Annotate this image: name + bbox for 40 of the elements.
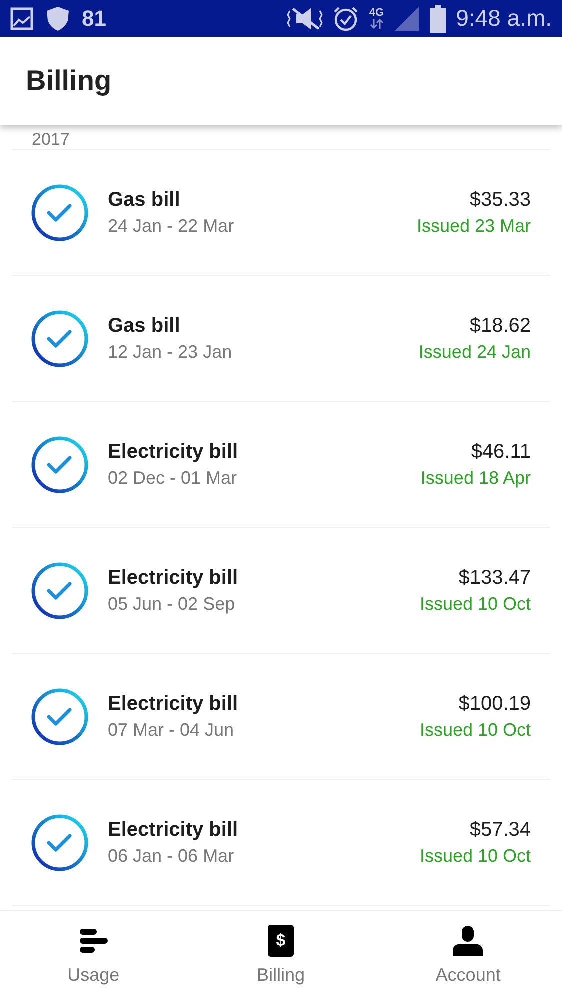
year-heading: 2017 [32,131,70,149]
alarm-icon [333,6,360,32]
bill-amount: $57.34 [470,818,531,842]
mute-vibrate-icon [287,6,324,30]
issued-date: Issued 24 Jan [418,342,531,362]
network-type: 4G [369,8,384,29]
page-title: Billing [26,65,112,97]
bill-title: Electricity bill [108,566,238,590]
bill-period: 24 Jan - 22 Mar [108,216,234,236]
issued-date: Issued 10 Oct [420,720,531,740]
bill-period: 07 Mar - 04 Jun [108,720,236,740]
issued-date: Issued 10 Oct [420,594,531,614]
bill-amount: $133.47 [458,566,531,590]
bill-icon: $ [268,924,294,956]
bill-title: Gas bill [108,188,182,212]
issued-date: Issued 23 Mar [416,216,531,236]
bill-period: 12 Jan - 23 Jan [108,342,232,362]
clock-time: 9:48 a.m. [456,5,552,32]
shield-icon [46,6,70,32]
bill-amount: $18.62 [470,314,531,338]
battery-icon [430,4,446,32]
notification-count: 81 [82,6,106,32]
person-icon [452,924,484,956]
bill-period: 06 Jan - 06 Mar [108,846,236,866]
nav-tab[interactable]: Usage [0,911,188,999]
nav-tab[interactable]: Account [374,911,562,999]
signal-icon [394,6,420,32]
bill-period: 05 Jun - 02 Sep [108,594,236,614]
issued-date: Issued 18 Apr [420,468,531,488]
bill-title: Electricity bill [108,818,238,842]
gallery-icon [10,6,34,30]
bill-period: 02 Dec - 01 Mar [108,468,238,488]
issued-date: Issued 10 Oct [420,846,531,866]
bill-title: Electricity bill [108,692,238,716]
bill-amount: $35.33 [470,188,531,212]
bill-title: Electricity bill [108,440,238,464]
bill-amount: $46.11 [471,440,531,464]
bill-title: Gas bill [108,314,182,338]
bill-amount: $100.19 [458,692,531,716]
nav-tab[interactable]: $ Billing [187,911,375,999]
